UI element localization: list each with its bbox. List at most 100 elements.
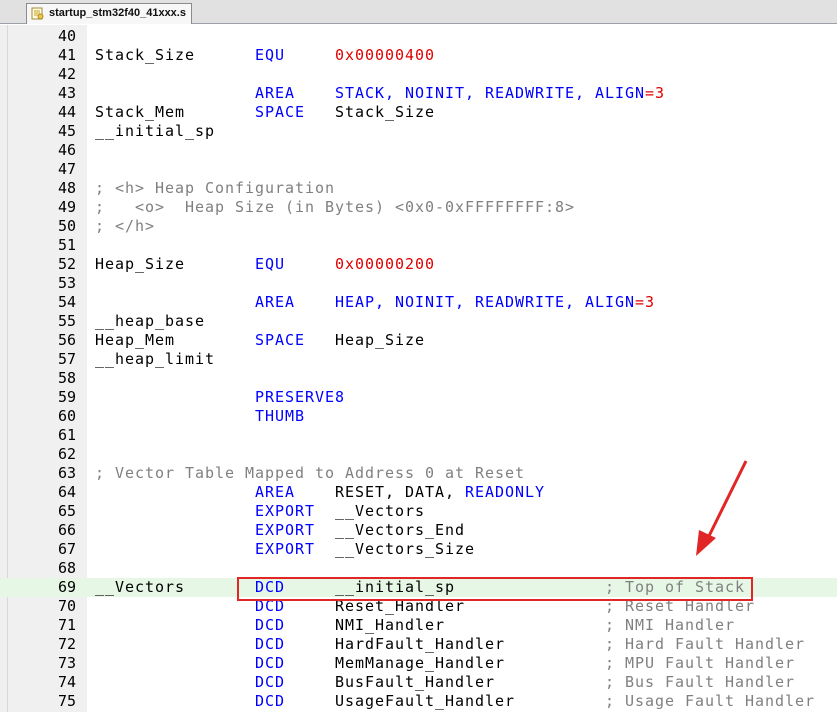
keyword-token: PRESERVE8 xyxy=(255,388,345,406)
keyword-token: READWRITE, xyxy=(485,84,585,102)
comment-token: ; </h> xyxy=(95,217,155,235)
editor-tab-bar: startup_stm32f40_41xxx.s xyxy=(0,0,837,24)
code-line[interactable]: 73 DCD MemManage_Handler ; MPU Fault Handle… xyxy=(0,654,837,673)
line-number: 72 xyxy=(57,635,76,653)
code-line[interactable]: 41 Stack_Size EQU 0x00000400 xyxy=(0,46,837,65)
line-number: 74 xyxy=(57,673,76,691)
line-number: 47 xyxy=(57,160,76,178)
identifier-token: __Vectors_End xyxy=(335,521,465,539)
line-number: 55 xyxy=(57,312,76,330)
file-tab[interactable]: startup_stm32f40_41xxx.s xyxy=(26,3,192,24)
identifier-token: RESET, DATA, xyxy=(335,483,455,501)
code-line[interactable]: 68 xyxy=(0,559,837,578)
line-number: 66 xyxy=(57,521,76,539)
identifier-token: __Vectors_Size xyxy=(335,540,475,558)
comment-token: ; <o> Heap Size (in Bytes) <0x0-0xFFFFFF… xyxy=(95,198,575,216)
line-number: 43 xyxy=(57,84,76,102)
identifier-token: __Vectors xyxy=(95,578,185,596)
identifier-token: MemManage_Handler xyxy=(335,654,505,672)
keyword-token: SPACE xyxy=(255,103,305,121)
keyword-token: EQU xyxy=(255,255,285,273)
identifier-token: __initial_sp xyxy=(95,122,215,140)
keyword-token: DCD xyxy=(255,673,285,691)
annotation-red-box xyxy=(237,577,753,601)
code-line[interactable]: 47 xyxy=(0,160,837,179)
code-line[interactable]: 60 THUMB xyxy=(0,407,837,426)
code-line[interactable]: 42 xyxy=(0,65,837,84)
code-line[interactable]: 44 Stack_Mem SPACE Stack_Size xyxy=(0,103,837,122)
code-line[interactable]: 67 EXPORT __Vectors_Size xyxy=(0,540,837,559)
code-line[interactable]: 62 xyxy=(0,445,837,464)
code-line[interactable]: 56 Heap_Mem SPACE Heap_Size xyxy=(0,331,837,350)
code-line[interactable]: 57 __heap_limit xyxy=(0,350,837,369)
code-line[interactable]: 40 xyxy=(0,27,837,46)
line-number: 73 xyxy=(57,654,76,672)
line-number: 60 xyxy=(57,407,76,425)
line-number: 46 xyxy=(57,141,76,159)
code-line[interactable]: 75 DCD UsageFault_Handler ; Usage Fault Han… xyxy=(0,692,837,711)
code-line[interactable]: 51 xyxy=(0,236,837,255)
identifier-token: UsageFault_Handler xyxy=(335,692,515,710)
line-number: 58 xyxy=(57,369,76,387)
code-line[interactable]: 65 EXPORT __Vectors xyxy=(0,502,837,521)
keyword-token: DCD xyxy=(255,692,285,710)
line-number: 48 xyxy=(57,179,76,197)
identifier-token: __heap_limit xyxy=(95,350,215,368)
keyword-token: EXPORT xyxy=(255,540,315,558)
code-line[interactable]: 46 xyxy=(0,141,837,160)
code-line[interactable]: 52 Heap_Size EQU 0x00000200 xyxy=(0,255,837,274)
keyword-token: AREA xyxy=(255,483,295,501)
identifier-token: __Vectors xyxy=(335,502,425,520)
keyword-token: THUMB xyxy=(255,407,305,425)
code-line[interactable]: 64 AREA RESET, DATA, READONLY xyxy=(0,483,837,502)
code-line[interactable]: 45 __initial_sp xyxy=(0,122,837,141)
code-line[interactable]: 48 ; <h> Heap Configuration xyxy=(0,179,837,198)
keyword-token: AREA xyxy=(255,84,295,102)
line-number: 45 xyxy=(57,122,76,140)
number-token: =3 xyxy=(645,84,665,102)
identifier-token: Heap_Mem xyxy=(95,331,175,349)
code-editor[interactable]: 40 41 Stack_Size EQU 0x00000400 42 43 AREA STACK… xyxy=(0,27,837,711)
identifier-token: HardFault_Handler xyxy=(335,635,505,653)
code-line[interactable]: 72 DCD HardFault_Handler ; Hard Fault Handl… xyxy=(0,635,837,654)
line-number: 56 xyxy=(57,331,76,349)
line-number: 52 xyxy=(57,255,76,273)
code-line[interactable]: 54 AREA HEAP, NOINIT, READWRITE, ALIGN =3 xyxy=(0,293,837,312)
keyword-token: AREA xyxy=(255,293,295,311)
identifier-token: Stack_Mem xyxy=(95,103,185,121)
code-line[interactable]: 50 ; </h> xyxy=(0,217,837,236)
line-number: 65 xyxy=(57,502,76,520)
code-line[interactable]: 71 DCD NMI_Handler ; NMI Handler xyxy=(0,616,837,635)
line-number: 54 xyxy=(57,293,76,311)
line-number: 63 xyxy=(57,464,76,482)
code-line[interactable]: 59 PRESERVE8 xyxy=(0,388,837,407)
line-number: 64 xyxy=(57,483,76,501)
identifier-token: __heap_base xyxy=(95,312,205,330)
code-line[interactable]: 63 ; Vector Table Mapped to Address 0 at … xyxy=(0,464,837,483)
keyword-token: NOINIT, xyxy=(395,293,465,311)
comment-token: ; Bus Fault Handler xyxy=(605,673,795,691)
code-line[interactable]: 55 __heap_base xyxy=(0,312,837,331)
identifier-token: NMI_Handler xyxy=(335,616,445,634)
keyword-token: EQU xyxy=(255,46,285,64)
line-number: 67 xyxy=(57,540,76,558)
line-number: 41 xyxy=(57,46,76,64)
number-token: 0x00000200 xyxy=(335,255,435,273)
line-number: 61 xyxy=(57,426,76,444)
identifier-token: Heap_Size xyxy=(95,255,185,273)
code-line[interactable]: 53 xyxy=(0,274,837,293)
code-line[interactable]: 58 xyxy=(0,369,837,388)
code-line[interactable]: 43 AREA STACK, NOINIT, READWRITE, ALIGN =3 xyxy=(0,84,837,103)
keyword-token: DCD xyxy=(255,654,285,672)
identifier-token: BusFault_Handler xyxy=(335,673,495,691)
code-line[interactable]: 74 DCD BusFault_Handler ; Bus Fault Handler xyxy=(0,673,837,692)
identifier-token: Stack_Size xyxy=(95,46,195,64)
line-number: 75 xyxy=(57,692,76,710)
keyword-token: EXPORT xyxy=(255,502,315,520)
keyword-token: NOINIT, xyxy=(405,84,475,102)
code-line[interactable]: 66 EXPORT __Vectors_End xyxy=(0,521,837,540)
asm-file-icon xyxy=(31,7,44,20)
line-number: 71 xyxy=(57,616,76,634)
code-line[interactable]: 49 ; <o> Heap Size (in Bytes) <0x0-0xFFFF… xyxy=(0,198,837,217)
code-line[interactable]: 61 xyxy=(0,426,837,445)
